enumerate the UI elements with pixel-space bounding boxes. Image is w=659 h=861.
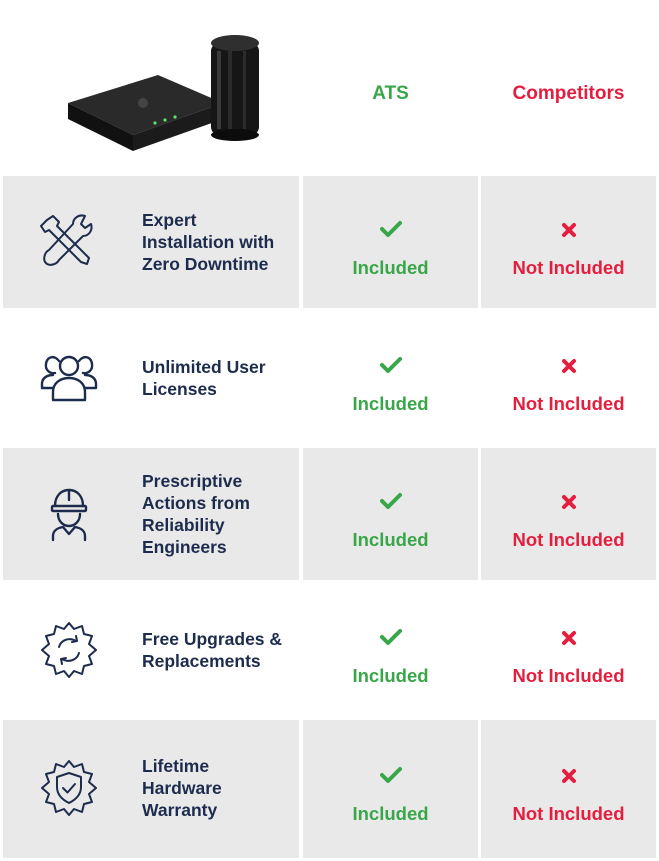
- ats-status: Included: [352, 665, 429, 686]
- shield-check-icon: [41, 760, 97, 816]
- x-icon: [481, 494, 656, 515]
- x-icon: [481, 768, 656, 789]
- table-row: Lifetime Hardware Warranty Included Not …: [3, 720, 656, 858]
- column-header-competitors: Competitors: [512, 83, 625, 104]
- feature-cell: Free Upgrades & Replacements: [3, 584, 299, 716]
- check-icon: [303, 766, 478, 789]
- ats-cell: Included: [303, 312, 478, 444]
- comparison-table: ATS Competitors Expert Installation with…: [3, 3, 656, 858]
- table-row: Free Upgrades & Replacements Included No…: [3, 584, 656, 716]
- x-icon: [481, 630, 656, 651]
- feature-cell: Unlimited User Licenses: [3, 312, 299, 444]
- tools-icon: [40, 214, 93, 266]
- competitors-status: Not Included: [512, 665, 625, 686]
- table-row: Expert Installation with Zero Downtime I…: [3, 176, 656, 308]
- x-icon: [481, 358, 656, 379]
- engineer-icon: [50, 488, 88, 542]
- check-icon: [303, 356, 478, 379]
- feature-label: Expert Installation with Zero Downtime: [142, 210, 275, 274]
- feature-cell: Lifetime Hardware Warranty: [3, 720, 299, 858]
- ats-cell: Included: [303, 448, 478, 580]
- feature-label: Prescriptive Actions from Reliability En…: [142, 471, 250, 557]
- check-icon: [303, 220, 478, 243]
- check-icon: [303, 492, 478, 515]
- competitors-cell: Not Included: [481, 312, 656, 444]
- feature-label: Free Upgrades & Replacements: [142, 629, 283, 671]
- competitors-status: Not Included: [512, 393, 625, 414]
- competitors-status: Not Included: [512, 257, 625, 278]
- competitors-cell: Not Included: [481, 176, 656, 308]
- table-row: Prescriptive Actions from Reliability En…: [3, 448, 656, 580]
- competitors-cell: Not Included: [481, 448, 656, 580]
- feature-label: Unlimited User Licenses: [142, 357, 266, 399]
- ats-cell: Included: [303, 176, 478, 308]
- ats-cell: Included: [303, 584, 478, 716]
- feature-cell: Expert Installation with Zero Downtime: [3, 176, 299, 308]
- competitors-status: Not Included: [512, 529, 625, 550]
- ats-status: Included: [352, 529, 429, 550]
- competitors-status: Not Included: [512, 803, 625, 824]
- column-header-ats: ATS: [372, 83, 409, 104]
- feature-label: Lifetime Hardware Warranty: [142, 756, 222, 820]
- product-image: [68, 35, 259, 151]
- table-row: Unlimited User Licenses Included Not Inc…: [3, 312, 656, 444]
- competitors-cell: Not Included: [481, 584, 656, 716]
- ats-status: Included: [352, 257, 429, 278]
- ats-status: Included: [352, 393, 429, 414]
- table-header: ATS Competitors: [3, 3, 656, 175]
- check-icon: [303, 628, 478, 651]
- ats-cell: Included: [303, 720, 478, 858]
- refresh-gear-icon: [41, 622, 97, 678]
- ats-status: Included: [352, 803, 429, 824]
- x-icon: [481, 222, 656, 243]
- feature-cell: Prescriptive Actions from Reliability En…: [3, 448, 299, 580]
- users-icon: [40, 355, 98, 402]
- competitors-cell: Not Included: [481, 720, 656, 858]
